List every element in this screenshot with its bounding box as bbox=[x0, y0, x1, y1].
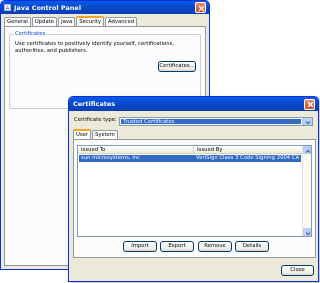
certificates-description: Use certificates to positively identify … bbox=[15, 41, 175, 54]
table-vertical-scrollbar[interactable] bbox=[302, 146, 311, 236]
table-row[interactable]: sun microsystems, inc VeriSign Class 3 C… bbox=[79, 155, 301, 162]
tab-update[interactable]: Update bbox=[31, 17, 58, 26]
control-panel-titlebar[interactable]: Java Control Panel bbox=[1, 1, 209, 14]
tab-user[interactable]: User bbox=[73, 129, 92, 139]
tab-general[interactable]: General bbox=[4, 17, 31, 26]
certificates-titlebar[interactable]: Certificates bbox=[69, 97, 318, 111]
tab-java[interactable]: Java bbox=[58, 17, 76, 26]
export-button[interactable]: Export bbox=[160, 241, 194, 252]
certificate-type-label: Certificate type: bbox=[74, 117, 117, 123]
details-button[interactable]: Details bbox=[235, 241, 269, 252]
certificates-dialog: Certificates Certificate type: Trusted C… bbox=[68, 96, 319, 282]
column-header-issued-by[interactable]: Issued By bbox=[194, 146, 304, 154]
certificates-table[interactable]: Issued To Issued By sun microsystems, in… bbox=[77, 145, 312, 237]
cell-issued-to: sun microsystems, inc bbox=[81, 155, 141, 161]
cell-issued-by: VeriSign Class 3 Code Signing 2004 CA bbox=[196, 155, 300, 161]
certificates-close-x-button[interactable] bbox=[304, 98, 315, 110]
control-panel-title: Java Control Panel bbox=[14, 3, 82, 12]
java-app-icon bbox=[4, 4, 11, 11]
control-panel-tabs: General Update Java Security Advanced bbox=[4, 16, 138, 26]
close-icon bbox=[198, 5, 204, 11]
column-header-issued-to[interactable]: Issued To bbox=[78, 146, 194, 154]
certificates-tabs: User System bbox=[73, 129, 119, 139]
tab-security[interactable]: Security bbox=[76, 16, 105, 26]
certificates-button[interactable]: Certificates... bbox=[158, 61, 196, 72]
certificate-type-dropdown[interactable]: Trusted Certificates bbox=[119, 117, 313, 126]
tab-advanced[interactable]: Advanced bbox=[105, 17, 138, 26]
close-button[interactable]: Close bbox=[281, 265, 314, 276]
scroll-down-button[interactable] bbox=[303, 228, 311, 236]
control-panel-close-button[interactable] bbox=[195, 2, 206, 13]
close-icon bbox=[307, 101, 313, 108]
certificate-type-value: Trusted Certificates bbox=[121, 119, 301, 125]
chevron-down-icon[interactable] bbox=[302, 118, 312, 125]
scroll-up-button[interactable] bbox=[303, 146, 311, 154]
chevron-down-icon bbox=[305, 231, 311, 235]
table-header: Issued To Issued By bbox=[78, 146, 304, 154]
remove-button[interactable]: Remove bbox=[198, 241, 232, 252]
user-tab-panel: Issued To Issued By sun microsystems, in… bbox=[73, 139, 316, 258]
import-button[interactable]: Import bbox=[123, 241, 157, 252]
chevron-up-icon bbox=[305, 149, 311, 153]
certificates-group-label: Certificates bbox=[14, 31, 47, 37]
tab-system[interactable]: System bbox=[92, 130, 118, 139]
certificates-dialog-title: Certificates bbox=[73, 100, 116, 108]
